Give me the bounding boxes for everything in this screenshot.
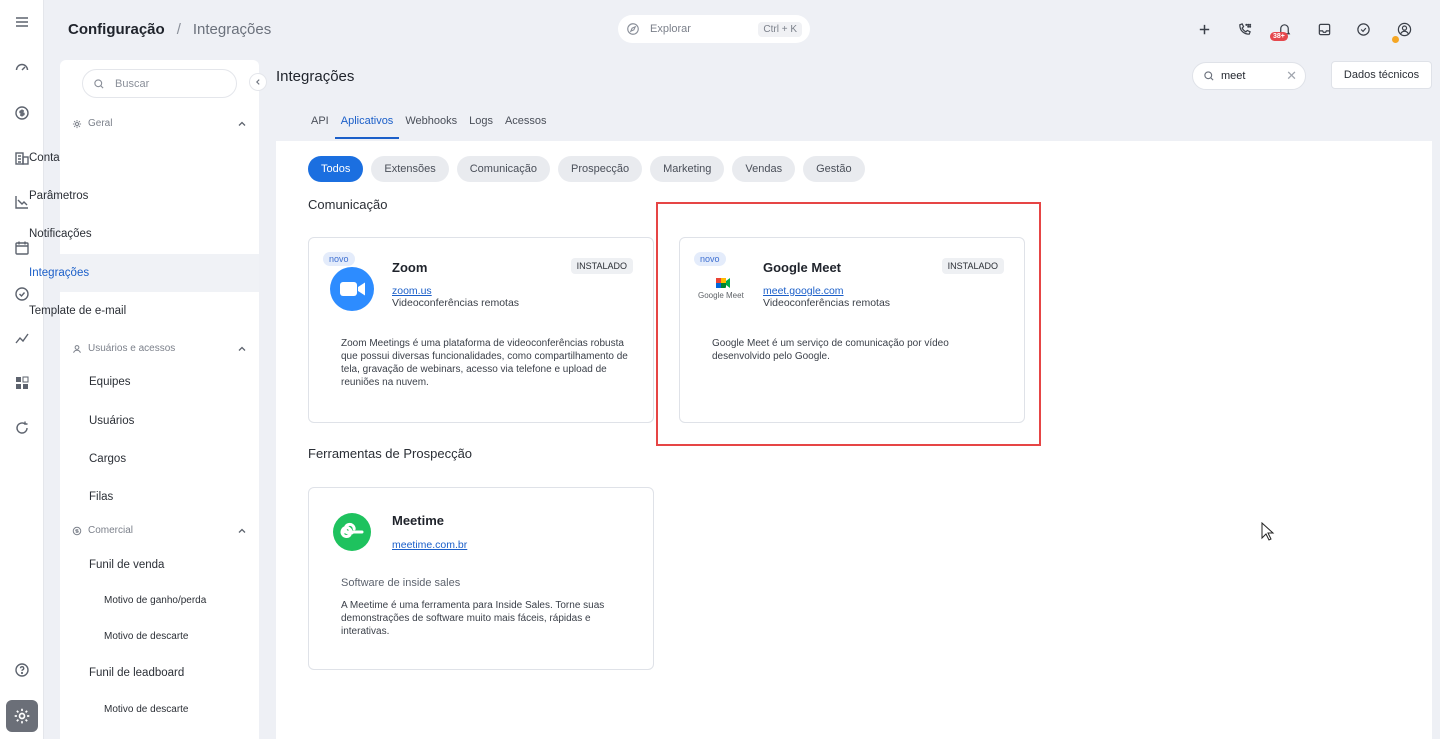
section-comercial-header[interactable]: Comercial [72, 525, 247, 536]
explore-search-button[interactable]: Explorar Ctrl + K [618, 15, 810, 43]
section-usuarios-header[interactable]: Usuários e acessos [72, 343, 247, 354]
chevron-up-icon[interactable] [237, 526, 247, 536]
section-label: Geral [88, 118, 113, 129]
filter-chip-marketing[interactable]: Marketing [650, 156, 725, 182]
help-icon[interactable] [12, 660, 32, 680]
breadcrumb-separator: / [176, 21, 181, 38]
notification-badge: 38+ [1270, 32, 1288, 41]
installed-badge: INSTALADO [570, 258, 633, 274]
sidebar-item-filas[interactable]: Filas [89, 491, 113, 503]
top-bar: Configuração / Integrações Explorar Ctrl… [44, 0, 1440, 60]
tab-acessos[interactable]: Acessos [499, 112, 553, 139]
collapse-sidebar-button[interactable] [249, 73, 267, 91]
zoom-logo-icon [329, 266, 375, 312]
card-link[interactable]: zoom.us [392, 285, 432, 297]
user-icon [72, 344, 82, 354]
menu-icon[interactable] [12, 12, 32, 32]
page-title: Integrações [276, 68, 355, 85]
gear-icon [72, 119, 82, 129]
sidebar-item-template-email[interactable]: Template de e-mail [29, 305, 126, 317]
inbox-icon[interactable] [1315, 20, 1333, 38]
compass-icon [626, 22, 640, 36]
filter-chip-vendas[interactable]: Vendas [732, 156, 796, 182]
filter-chip-gestao[interactable]: Gestão [803, 156, 865, 182]
section-geral-header[interactable]: Geral [72, 118, 247, 129]
chevron-left-icon [254, 78, 262, 86]
card-title: Meetime [392, 513, 445, 528]
section-label: Usuários e acessos [88, 343, 176, 354]
sidebar-item-funil-leadboard[interactable]: Funil de leadboard [89, 667, 184, 679]
filter-chip-todos[interactable]: Todos [308, 156, 364, 182]
tab-logs[interactable]: Logs [463, 112, 499, 139]
explore-shortcut: Ctrl + K [758, 21, 802, 37]
sidebar-search[interactable] [82, 69, 237, 98]
task-check-icon[interactable] [1354, 20, 1372, 38]
filter-chip-prospeccao[interactable]: Prospecção [558, 156, 643, 182]
meetime-logo-icon [333, 513, 371, 551]
tab-webhooks[interactable]: Webhooks [399, 112, 463, 139]
sidebar-subitem-ganho-perda[interactable]: Motivo de ganho/perda [104, 595, 206, 606]
sidebar-item-integracoes[interactable]: Integrações [29, 267, 89, 279]
phone-dialpad-icon[interactable] [1235, 20, 1253, 38]
card-category: Software de inside sales [341, 577, 461, 589]
section-label: Comercial [88, 525, 134, 536]
sidebar-item-conta[interactable]: Conta [29, 152, 60, 164]
tab-api[interactable]: API [305, 112, 335, 139]
category-filters: Todos Extensões Comunicação Prospecção M… [308, 156, 865, 182]
trend-icon[interactable] [12, 328, 32, 348]
dashboard-gauge-icon[interactable] [12, 57, 32, 77]
card-title: Zoom [392, 260, 428, 275]
highlight-box [656, 202, 1041, 446]
section-title-comunicacao: Comunicação [308, 197, 388, 212]
sidebar-item-parametros[interactable]: Parâmetros [29, 190, 88, 202]
card-description: Zoom Meetings é uma plataforma de videoc… [341, 338, 628, 388]
filter-chip-extensoes[interactable]: Extensões [371, 156, 449, 182]
settings-gear-icon[interactable] [6, 700, 38, 732]
chevron-up-icon[interactable] [237, 119, 247, 129]
calendar-icon[interactable] [12, 238, 32, 258]
sidebar-item-notificacoes[interactable]: Notificações [29, 228, 92, 240]
integration-tabs: API Aplicativos Webhooks Logs Acessos [305, 112, 553, 139]
icon-rail [0, 0, 44, 739]
sidebar-item-usuarios[interactable]: Usuários [89, 415, 134, 427]
integration-card-meetime[interactable]: Meetime meetime.com.br Software de insid… [308, 487, 654, 670]
integration-search[interactable]: ✕ [1192, 62, 1306, 90]
apps-grid-icon[interactable] [12, 373, 32, 393]
sidebar-subitem-descarte[interactable]: Motivo de descarte [104, 631, 189, 642]
check-circle-icon[interactable] [12, 284, 32, 304]
filter-chip-comunicacao[interactable]: Comunicação [456, 156, 550, 182]
integration-card-zoom[interactable]: novo Zoom INSTALADO zoom.us Videoconferê… [308, 237, 654, 423]
card-description: A Meetime é uma ferramenta para Inside S… [341, 600, 605, 637]
section-title-prospeccao: Ferramentas de Prospecção [308, 446, 473, 461]
mouse-cursor-icon [1261, 521, 1275, 542]
tab-aplicativos[interactable]: Aplicativos [334, 112, 400, 139]
sidebar-search-input[interactable] [115, 77, 225, 90]
explore-label: Explorar [650, 23, 691, 35]
new-badge: novo [323, 252, 355, 266]
money-icon [72, 526, 82, 536]
breadcrumb: Configuração / Integrações [68, 21, 271, 38]
technical-data-button[interactable]: Dados técnicos [1331, 61, 1432, 89]
sidebar-item-equipes[interactable]: Equipes [89, 376, 131, 388]
sidebar-item-funil-venda[interactable]: Funil de venda [89, 559, 164, 571]
plus-icon[interactable] [1195, 20, 1213, 38]
chevron-up-icon[interactable] [237, 344, 247, 354]
status-dot [1392, 36, 1399, 43]
card-link[interactable]: meetime.com.br [392, 539, 467, 551]
sidebar-active-highlight [60, 254, 259, 292]
card-category: Videoconferências remotas [392, 297, 520, 309]
sidebar-subitem-descarte-leadboard[interactable]: Motivo de descarte [104, 704, 189, 715]
sidebar-item-cargos[interactable]: Cargos [89, 453, 126, 465]
clear-search-icon[interactable]: ✕ [1286, 68, 1297, 84]
sync-icon[interactable] [12, 418, 32, 438]
user-avatar-icon[interactable] [1395, 20, 1413, 38]
money-icon[interactable] [12, 103, 32, 123]
integration-search-input[interactable] [1221, 70, 1277, 82]
breadcrumb-current: Integrações [192, 21, 272, 38]
search-icon [1203, 70, 1215, 82]
breadcrumb-root[interactable]: Configuração [68, 21, 165, 38]
search-icon [93, 78, 105, 90]
